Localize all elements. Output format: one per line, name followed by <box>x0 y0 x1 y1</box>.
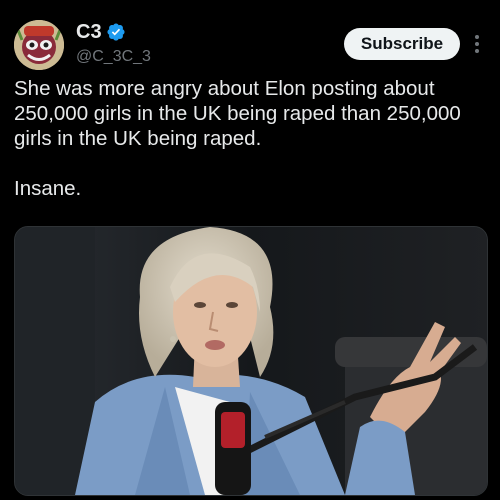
video-still-image <box>15 227 487 495</box>
author-display-name[interactable]: C3 <box>76 21 102 44</box>
post-text: She was more angry about Elon posting ab… <box>14 77 461 200</box>
post-media[interactable] <box>14 226 488 496</box>
avatar[interactable] <box>14 20 64 70</box>
author-handle[interactable]: @C_3C_3 <box>76 48 151 66</box>
author-name-row: C3 <box>76 20 126 44</box>
subscribe-button[interactable]: Subscribe <box>344 28 460 60</box>
more-options-icon[interactable] <box>468 32 486 56</box>
verified-badge-icon <box>106 22 126 42</box>
avatar-image <box>14 20 64 70</box>
post-header: C3 @C_3C_3 Subscribe <box>14 14 486 70</box>
post-card: C3 @C_3C_3 Subscribe She was more angry … <box>0 0 500 500</box>
